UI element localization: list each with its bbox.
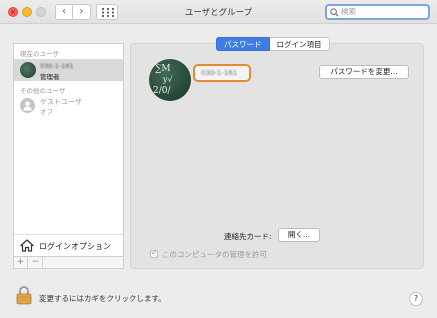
add-remove-bar: + −: [13, 257, 124, 269]
guest-user-status: オフ: [40, 108, 53, 116]
search-input[interactable]: 検索: [325, 4, 430, 20]
users-groups-window: × ‹ › ユーザとグループ 検索 現在のユーザ 030-1-161 管理者 そ…: [0, 0, 437, 318]
allow-admin-checkbox[interactable]: [150, 248, 158, 258]
user-role: 管理者: [40, 73, 60, 81]
house-icon: [20, 239, 34, 252]
sidebar-item-login-options[interactable]: ログインオプション: [14, 234, 123, 256]
remove-user-button[interactable]: −: [29, 257, 43, 268]
other-users-section-label: その他のユーザ: [20, 87, 66, 95]
chalk-marks: ∑M: [155, 64, 171, 74]
title-bar: × ‹ › ユーザとグループ 検索: [0, 0, 437, 24]
user-picture[interactable]: ∑M y√ 2/0/: [149, 59, 191, 101]
lock-button[interactable]: [16, 286, 32, 307]
chalk-marks: 2/0/: [153, 86, 171, 96]
login-options-label: ログインオプション: [39, 242, 111, 251]
sidebar-item-current-user[interactable]: 030-1-161 管理者: [14, 59, 123, 81]
allow-admin-row: このコンピュータの管理を許可: [150, 248, 267, 260]
user-detail-panel: パスワード ログイン項目 ∑M y√ 2/0/ 030-1-161 パスワードを…: [130, 37, 424, 269]
lock-icon: [16, 286, 32, 305]
tab-password[interactable]: パスワード: [216, 37, 270, 51]
lock-hint-text: 変更するにはカギをクリックします。: [39, 294, 166, 303]
chalk-marks: y√: [163, 75, 173, 84]
contact-card-label: 連絡先カード:: [224, 232, 272, 241]
search-placeholder: 検索: [341, 7, 356, 16]
tab-bar: パスワード ログイン項目: [216, 37, 330, 51]
allow-admin-label: このコンピュータの管理を許可: [162, 250, 267, 259]
user-full-name-field[interactable]: 030-1-161: [193, 64, 251, 82]
change-password-button[interactable]: パスワードを変更...: [319, 65, 409, 79]
tab-login-items[interactable]: ログイン項目: [269, 37, 330, 51]
avatar: [20, 62, 36, 78]
open-contact-card-button[interactable]: 開く...: [278, 228, 320, 242]
search-icon: [330, 8, 339, 17]
add-user-button[interactable]: +: [14, 257, 28, 268]
current-user-section-label: 現在のユーザ: [20, 50, 59, 58]
user-full-name: 030-1-161: [201, 69, 238, 77]
user-name: 030-1-161: [40, 62, 74, 70]
help-button[interactable]: ?: [409, 292, 423, 306]
sidebar-item-guest-user[interactable]: ゲストユーザ オフ: [14, 95, 123, 117]
guest-user-icon: [20, 98, 35, 113]
user-list-sidebar: 現在のユーザ 030-1-161 管理者 その他のユーザ ゲストユーザ オフ ロ…: [13, 43, 124, 257]
